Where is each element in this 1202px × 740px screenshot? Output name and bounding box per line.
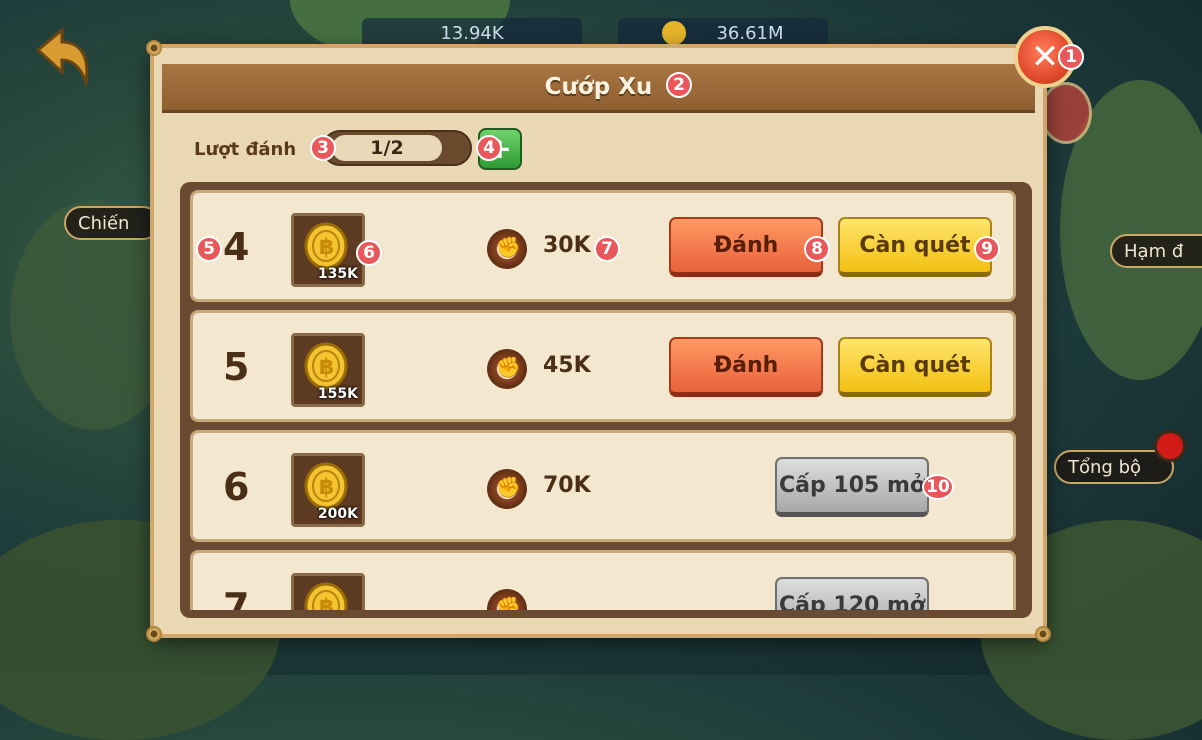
dialog-title: Cướp Xu: [544, 74, 653, 100]
turns-label: Lượt đánh: [194, 138, 297, 160]
stage-rank: 7: [223, 585, 250, 610]
stage-rank: 6: [223, 465, 250, 509]
sweep-button[interactable]: Càn quét: [838, 337, 992, 397]
stage-rank: 4: [223, 225, 250, 269]
fist-icon: ✊: [487, 469, 527, 509]
turns-counter: 1/2: [322, 130, 472, 166]
annotation-marker: 8: [804, 236, 830, 262]
notification-dot: [1154, 430, 1186, 462]
turns-value: 1/2: [332, 135, 442, 161]
reward-amount: 155K: [317, 386, 358, 402]
reward-coin-item[interactable]: ฿ 135K: [291, 213, 365, 287]
stage-row: 7 ฿ ✊ Cấp 120 mở: [190, 550, 1016, 610]
annotation-marker: 9: [974, 236, 1000, 262]
coin-icon: ฿: [304, 582, 348, 610]
background-close-button: [1040, 82, 1092, 144]
fight-button[interactable]: Đánh: [669, 337, 823, 397]
coin-icon: [662, 21, 687, 45]
svg-text:฿: ฿: [319, 355, 334, 380]
resource-value-2: 36.61M: [716, 22, 784, 44]
coin-icon: ฿: [304, 222, 348, 270]
annotation-marker: 7: [594, 236, 620, 262]
fist-icon: ✊: [487, 349, 527, 389]
back-arrow-icon[interactable]: [28, 22, 98, 92]
corner-ornament: [146, 626, 162, 642]
annotation-marker: 3: [310, 135, 336, 161]
power-value: 30K: [543, 233, 591, 258]
sweep-button[interactable]: Càn quét: [838, 217, 992, 277]
background-battle-button[interactable]: Chiến: [64, 206, 160, 240]
rob-coins-dialog: Cướp Xu Lượt đánh 1/2 + 4 ฿ 135K ✊ 30K Đ…: [146, 40, 1051, 642]
stage-row: 5 ฿ 155K ✊ 45K Đánh Càn quét: [190, 310, 1016, 422]
coin-icon: ฿: [304, 462, 348, 510]
annotation-marker: 10: [922, 474, 954, 500]
locked-level-button[interactable]: Cấp 120 mở: [775, 577, 929, 610]
annotation-marker: 5: [196, 236, 222, 262]
stage-row: 6 ฿ 200K ✊ 70K Cấp 105 mở: [190, 430, 1016, 542]
reward-amount: 200K: [317, 506, 358, 522]
reward-amount: 135K: [317, 266, 358, 282]
annotation-marker: 2: [666, 72, 692, 98]
locked-level-button[interactable]: Cấp 105 mở: [775, 457, 929, 517]
corner-ornament: [146, 40, 162, 56]
background-fleet-button[interactable]: Hạm đ: [1110, 234, 1202, 268]
svg-text:฿: ฿: [319, 235, 334, 260]
annotation-marker: 6: [356, 240, 382, 266]
coin-icon: ฿: [304, 342, 348, 390]
power-value: 45K: [543, 353, 591, 378]
reward-coin-item[interactable]: ฿: [291, 573, 365, 610]
fight-button[interactable]: Đánh: [669, 217, 823, 277]
power-value: 70K: [543, 473, 591, 498]
reward-coin-item[interactable]: ฿ 200K: [291, 453, 365, 527]
fist-icon: ✊: [487, 589, 527, 610]
corner-ornament: [1035, 626, 1051, 642]
svg-text:฿: ฿: [319, 595, 334, 610]
svg-text:฿: ฿: [319, 475, 334, 500]
turns-row: Lượt đánh 1/2 +: [194, 128, 522, 170]
stage-rank: 5: [223, 345, 250, 389]
annotation-marker: 4: [476, 135, 502, 161]
annotation-marker: 1: [1058, 44, 1084, 70]
resource-value-1: 13.94K: [440, 22, 504, 44]
reward-coin-item[interactable]: ฿ 155K: [291, 333, 365, 407]
fist-icon: ✊: [487, 229, 527, 269]
title-bar: Cướp Xu: [162, 64, 1035, 113]
